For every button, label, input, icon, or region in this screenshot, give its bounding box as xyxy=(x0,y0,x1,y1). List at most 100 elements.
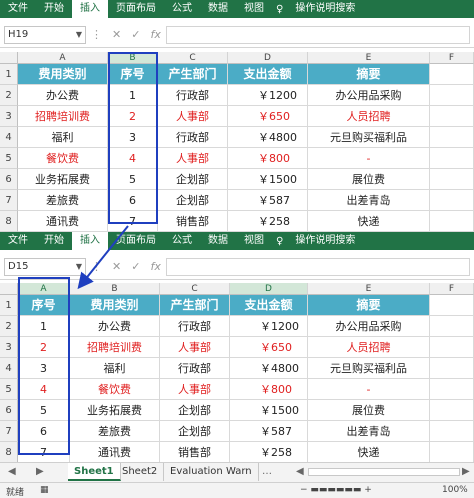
confirm-icon[interactable]: ✓ xyxy=(131,260,140,273)
row-header-5[interactable]: 5 xyxy=(0,148,18,169)
prev-sheet-icon[interactable]: ◀ xyxy=(8,466,16,477)
row-header-8[interactable]: 8 xyxy=(0,211,18,232)
data-cell-memo[interactable]: 出差青岛 xyxy=(308,190,430,211)
data-cell-amt[interactable]: ￥1500 xyxy=(230,400,308,421)
data-cell-dept[interactable]: 企划部 xyxy=(158,190,228,211)
data-cell-no[interactable]: 7 xyxy=(108,211,158,232)
data-cell-cat[interactable]: 办公费 xyxy=(18,85,108,106)
header-cell[interactable]: 费用类别 xyxy=(18,64,108,85)
ribbon-tab-3[interactable]: 页面布局 xyxy=(108,0,164,18)
header-cell[interactable]: 支出金额 xyxy=(228,64,308,85)
row-header-7[interactable]: 7 xyxy=(0,421,18,442)
data-cell-dept[interactable]: 企划部 xyxy=(160,400,230,421)
macro-icon[interactable]: ▦ xyxy=(40,485,49,495)
data-cell-cat[interactable]: 办公费 xyxy=(70,316,160,337)
name-box[interactable]: D15 ▼ xyxy=(4,257,86,276)
empty-cell[interactable] xyxy=(430,379,474,400)
column-header-A[interactable]: A xyxy=(18,283,70,295)
data-cell-cat[interactable]: 福利 xyxy=(18,127,108,148)
data-cell-dept[interactable]: 行政部 xyxy=(158,85,228,106)
column-header-F[interactable]: F xyxy=(430,52,474,64)
empty-cell[interactable] xyxy=(430,106,474,127)
data-cell-no[interactable]: 4 xyxy=(108,148,158,169)
data-cell-dept[interactable]: 销售部 xyxy=(158,211,228,232)
empty-cell[interactable] xyxy=(430,442,474,463)
ribbon-tab-7[interactable]: 操作说明搜索 xyxy=(287,232,363,250)
data-cell-no[interactable]: 1 xyxy=(108,85,158,106)
data-cell-memo[interactable]: 办公用品采购 xyxy=(308,85,430,106)
data-cell-amt[interactable]: ￥4800 xyxy=(230,358,308,379)
empty-cell[interactable] xyxy=(430,148,474,169)
data-cell-memo[interactable]: 展位费 xyxy=(308,169,430,190)
data-cell-dept[interactable]: 人事部 xyxy=(160,379,230,400)
empty-cell[interactable] xyxy=(430,85,474,106)
data-cell-cat[interactable]: 餐饮费 xyxy=(18,148,108,169)
data-cell-no[interactable]: 7 xyxy=(18,442,70,463)
data-cell-dept[interactable]: 人事部 xyxy=(160,337,230,358)
data-cell-amt[interactable]: ￥800 xyxy=(230,379,308,400)
ribbon-tab-6[interactable]: 视图 xyxy=(236,232,272,250)
ribbon-tab-1[interactable]: 开始 xyxy=(36,0,72,18)
row-header-7[interactable]: 7 xyxy=(0,190,18,211)
data-cell-memo[interactable]: - xyxy=(308,148,430,169)
data-cell-cat[interactable]: 差旅费 xyxy=(70,421,160,442)
ribbon-tab-0[interactable]: 文件 xyxy=(0,0,36,18)
horizontal-scrollbar[interactable] xyxy=(308,468,460,476)
data-cell-amt[interactable]: ￥1500 xyxy=(228,169,308,190)
data-cell-no[interactable]: 2 xyxy=(108,106,158,127)
header-cell[interactable]: 摘要 xyxy=(308,64,430,85)
row-header-4[interactable]: 4 xyxy=(0,358,18,379)
column-header-A[interactable]: A xyxy=(18,52,108,64)
header-cell[interactable]: 费用类别 xyxy=(70,295,160,316)
fx-icon[interactable]: fx xyxy=(151,260,161,273)
cancel-icon[interactable]: ✕ xyxy=(112,28,121,41)
header-cell[interactable]: 序号 xyxy=(108,64,158,85)
ribbon-tab-4[interactable]: 公式 xyxy=(164,232,200,250)
empty-cell[interactable] xyxy=(430,316,474,337)
empty-cell[interactable] xyxy=(430,211,474,232)
header-cell[interactable]: 摘要 xyxy=(308,295,430,316)
confirm-icon[interactable]: ✓ xyxy=(131,28,140,41)
data-cell-cat[interactable]: 业务拓展费 xyxy=(18,169,108,190)
header-cell[interactable]: 支出金额 xyxy=(230,295,308,316)
chevron-down-icon[interactable]: ▼ xyxy=(76,27,82,43)
next-sheet-icon[interactable]: ▶ xyxy=(36,466,44,477)
zoom-slider[interactable]: − ▬▬▬▬▬▬ + xyxy=(300,485,372,495)
data-cell-dept[interactable]: 人事部 xyxy=(158,106,228,127)
more-icon[interactable]: ⋮ xyxy=(91,260,102,273)
row-header-1[interactable]: 1 xyxy=(0,64,18,85)
data-cell-amt[interactable]: ￥1200 xyxy=(230,316,308,337)
column-header-C[interactable]: C xyxy=(160,283,230,295)
empty-cell[interactable] xyxy=(430,400,474,421)
data-cell-memo[interactable]: - xyxy=(308,379,430,400)
data-cell-dept[interactable]: 人事部 xyxy=(158,148,228,169)
ribbon-tab-0[interactable]: 文件 xyxy=(0,232,36,250)
ribbon-tab-5[interactable]: 数据 xyxy=(200,0,236,18)
data-cell-dept[interactable]: 行政部 xyxy=(158,127,228,148)
ribbon-tab-7[interactable]: 操作说明搜索 xyxy=(287,0,363,18)
data-cell-cat[interactable]: 通讯费 xyxy=(70,442,160,463)
ribbon-tab-6[interactable]: 视图 xyxy=(236,0,272,18)
row-header-4[interactable]: 4 xyxy=(0,127,18,148)
data-cell-dept[interactable]: 企划部 xyxy=(158,169,228,190)
data-cell-no[interactable]: 3 xyxy=(18,358,70,379)
column-header-E[interactable]: E xyxy=(308,52,430,64)
ribbon-tab-3[interactable]: 页面布局 xyxy=(108,232,164,250)
data-cell-memo[interactable]: 人员招聘 xyxy=(308,337,430,358)
scroll-left-icon[interactable]: ◀ xyxy=(296,466,304,477)
formula-input[interactable] xyxy=(166,257,470,276)
data-cell-amt[interactable]: ￥587 xyxy=(228,190,308,211)
column-header-F[interactable]: F xyxy=(430,283,474,295)
data-cell-cat[interactable]: 餐饮费 xyxy=(70,379,160,400)
data-cell-cat[interactable]: 招聘培训费 xyxy=(18,106,108,127)
data-cell-no[interactable]: 6 xyxy=(18,421,70,442)
data-cell-cat[interactable]: 通讯费 xyxy=(18,211,108,232)
data-cell-no[interactable]: 6 xyxy=(108,190,158,211)
data-cell-memo[interactable]: 元旦购买福利品 xyxy=(308,127,430,148)
column-header-D[interactable]: D xyxy=(228,52,308,64)
data-cell-cat[interactable]: 差旅费 xyxy=(18,190,108,211)
data-cell-no[interactable]: 5 xyxy=(18,400,70,421)
data-cell-amt[interactable]: ￥4800 xyxy=(228,127,308,148)
row-header-1[interactable]: 1 xyxy=(0,295,18,316)
sheet-tab-1[interactable]: Sheet1 xyxy=(68,463,121,481)
